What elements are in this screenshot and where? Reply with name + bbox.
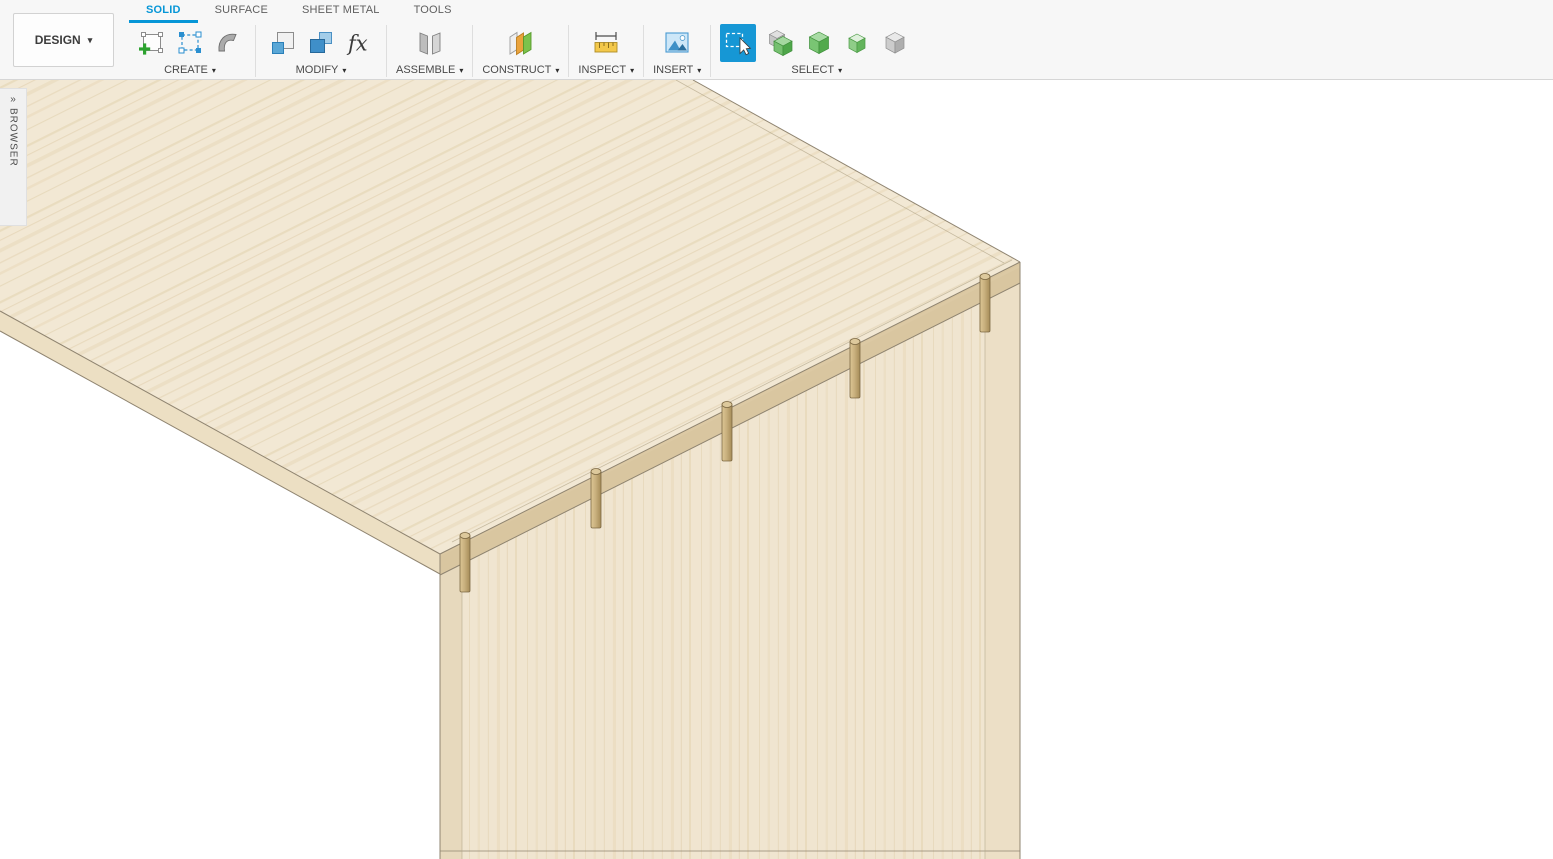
caret-down-icon: ▾ xyxy=(211,65,216,75)
caret-down-icon: ▾ xyxy=(342,65,347,75)
create-sketch-icon xyxy=(137,28,167,58)
offset-face-icon xyxy=(306,28,336,58)
measure-icon xyxy=(591,28,621,58)
3d-scene xyxy=(0,80,1021,859)
window-select-button[interactable] xyxy=(720,24,757,62)
sweep-button[interactable] xyxy=(210,24,246,62)
group-assemble: ASSEMBLE ▾ xyxy=(387,23,472,77)
ribbon-groups: CREATE ▾ fx MODIFY ▾ ASSEMBLE ▾ CONSTRUC… xyxy=(125,23,922,80)
group-inspect-dropdown[interactable]: INSPECT ▾ xyxy=(578,63,634,77)
create-form-icon xyxy=(175,28,205,58)
create-form-button[interactable] xyxy=(172,24,208,62)
offset-face-button[interactable] xyxy=(303,24,339,62)
group-construct-dropdown[interactable]: CONSTRUCT ▾ xyxy=(482,63,559,77)
measure-button[interactable] xyxy=(588,24,624,62)
dowel-pin[interactable] xyxy=(459,532,471,593)
group-assemble-dropdown[interactable]: ASSEMBLE ▾ xyxy=(396,63,463,77)
ribbon-tabs: SOLID SURFACE SHEET METAL TOOLS xyxy=(129,0,469,23)
insert-image-icon xyxy=(662,28,692,58)
tab-tools[interactable]: TOOLS xyxy=(397,0,469,23)
select-solid-button[interactable] xyxy=(801,24,837,62)
model-wood-panels xyxy=(0,80,1021,859)
dowel-pin[interactable] xyxy=(590,468,602,529)
fusion-app-window: DESIGN ▾ SOLID SURFACE SHEET METAL TOOLS xyxy=(0,0,1553,859)
select-body-icon xyxy=(766,28,796,58)
workspace-selector-label: DESIGN xyxy=(34,33,81,47)
browser-panel-label: BROWSER xyxy=(7,108,19,167)
select-face-icon xyxy=(842,28,872,58)
select-body-button[interactable] xyxy=(763,24,799,62)
joint-button[interactable] xyxy=(412,24,448,62)
select-solid-icon xyxy=(804,28,834,58)
caret-down-icon: ▾ xyxy=(459,65,464,75)
press-pull-icon xyxy=(268,28,298,58)
group-create-dropdown[interactable]: CREATE ▾ xyxy=(164,63,216,77)
side-panel-left-edge[interactable] xyxy=(440,564,462,859)
select-component-button[interactable] xyxy=(877,24,913,62)
group-inspect: INSPECT ▾ xyxy=(569,23,643,77)
group-insert: INSERT ▾ xyxy=(644,23,710,77)
group-construct: CONSTRUCT ▾ xyxy=(473,23,568,77)
fx-text: fx xyxy=(346,32,368,56)
sweep-icon xyxy=(213,28,243,58)
select-component-icon xyxy=(880,28,910,58)
group-modify-dropdown[interactable]: MODIFY ▾ xyxy=(296,63,347,77)
expand-arrow-icon: » xyxy=(10,94,16,105)
construction-plane-icon xyxy=(506,28,536,58)
tab-sheet-metal[interactable]: SHEET METAL xyxy=(285,0,397,23)
tab-solid[interactable]: SOLID xyxy=(129,0,198,23)
group-select-dropdown[interactable]: SELECT ▾ xyxy=(791,63,842,77)
window-select-icon xyxy=(722,27,754,59)
create-sketch-button[interactable] xyxy=(134,24,170,62)
browser-panel-expand[interactable]: » BROWSER xyxy=(0,88,27,226)
group-insert-dropdown[interactable]: INSERT ▾ xyxy=(653,63,701,77)
press-pull-button[interactable] xyxy=(265,24,301,62)
caret-down-icon: ▾ xyxy=(697,65,702,75)
dowel-pin[interactable] xyxy=(721,401,733,462)
insert-image-button[interactable] xyxy=(659,24,695,62)
group-select: SELECT ▾ xyxy=(711,23,922,77)
caret-down-icon: ▾ xyxy=(838,65,843,75)
caret-down-icon: ▾ xyxy=(630,65,635,75)
caret-down-icon: ▾ xyxy=(555,65,560,75)
side-panel-right-edge[interactable] xyxy=(985,283,1020,859)
ribbon-toolbar: DESIGN ▾ SOLID SURFACE SHEET METAL TOOLS xyxy=(0,0,1553,80)
caret-down-icon: ▾ xyxy=(87,34,93,45)
joint-icon xyxy=(413,28,447,58)
dowel-pin[interactable] xyxy=(979,273,991,333)
group-modify: fx MODIFY ▾ xyxy=(256,23,386,77)
change-parameters-button[interactable]: fx xyxy=(341,24,377,62)
construction-plane-button[interactable] xyxy=(503,24,539,62)
dowel-pin[interactable] xyxy=(849,338,861,399)
workspace-selector-button[interactable]: DESIGN ▾ xyxy=(13,13,114,67)
select-face-button[interactable] xyxy=(839,24,875,62)
viewport-canvas[interactable] xyxy=(0,80,1553,859)
change-parameters-fx-icon: fx xyxy=(344,28,374,58)
group-create: CREATE ▾ xyxy=(125,23,255,77)
tab-surface[interactable]: SURFACE xyxy=(198,0,285,23)
